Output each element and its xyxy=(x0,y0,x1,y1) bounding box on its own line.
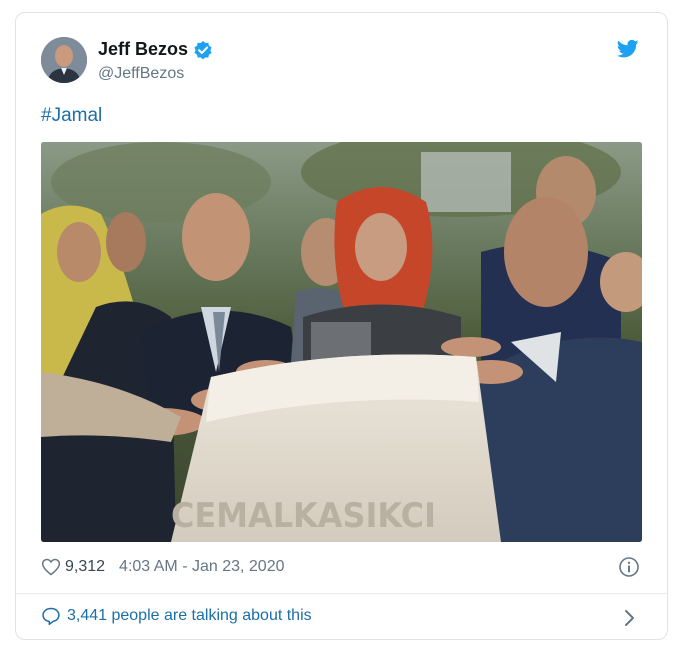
like-count[interactable]: 9,312 xyxy=(65,558,105,576)
tweet-timestamp[interactable]: 4:03 AM - Jan 23, 2020 xyxy=(119,558,284,576)
stone-inscription: CEMALKASIKCI xyxy=(171,496,436,536)
tweet-photo[interactable]: CEMALKASIKCI xyxy=(41,142,642,542)
info-icon[interactable] xyxy=(618,556,640,578)
talking-count-text[interactable]: 3,441 people are talking about this xyxy=(67,607,312,625)
verified-badge-icon xyxy=(193,40,213,60)
conversation-link[interactable]: 3,441 people are talking about this xyxy=(41,606,312,626)
author-name[interactable]: Jeff Bezos xyxy=(98,39,188,60)
tweet-card: Jeff Bezos @JeffBezos #Jamal CEMALKASIKC… xyxy=(15,12,668,640)
twitter-bird-icon[interactable] xyxy=(616,39,639,59)
speech-bubble-icon xyxy=(41,606,61,626)
divider xyxy=(16,593,667,594)
author-row: Jeff Bezos xyxy=(98,39,213,60)
tweet-meta: 9,312 4:03 AM - Jan 23, 2020 xyxy=(41,557,285,577)
avatar[interactable] xyxy=(41,37,87,83)
author-handle[interactable]: @JeffBezos xyxy=(98,65,184,83)
heart-icon[interactable] xyxy=(41,557,61,577)
chevron-right-icon[interactable] xyxy=(623,608,637,628)
tweet-text-hashtag[interactable]: #Jamal xyxy=(41,105,102,127)
